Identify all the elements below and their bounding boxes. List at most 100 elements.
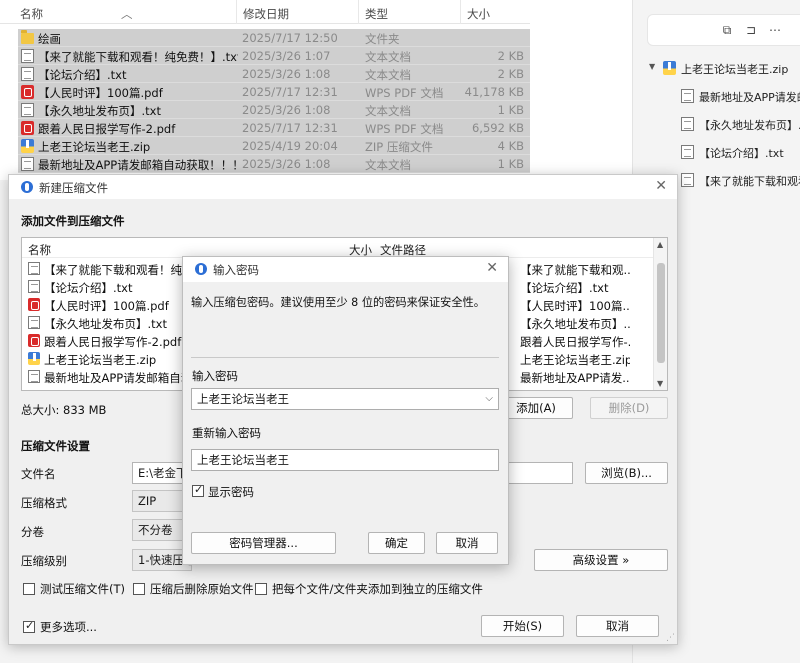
text-file-icon bbox=[681, 173, 694, 187]
file-size: 6,592 KB bbox=[471, 121, 524, 135]
file-row[interactable]: 【来了就能下载和观看！纯免费！】.txt 2025/3/26 1:07 文本文档 2 … bbox=[18, 47, 530, 65]
pdf-file-icon bbox=[21, 85, 34, 99]
list-item-path: 上老王论坛当老王.zip bbox=[520, 353, 630, 367]
file-row[interactable]: 绘画 2025/7/17 12:50 文件夹 bbox=[18, 29, 530, 47]
more-icon[interactable]: ⋯ bbox=[768, 23, 782, 37]
file-name: 跟着人民日报学写作-2.pdf bbox=[38, 122, 176, 136]
start-button[interactable]: 开始(S) bbox=[481, 615, 564, 637]
expand-arrow-icon[interactable]: ▼ bbox=[649, 62, 655, 71]
advanced-settings-button[interactable]: 高级设置 » bbox=[534, 549, 668, 571]
file-date: 2025/7/17 12:31 bbox=[242, 85, 338, 99]
file-type: ZIP 压缩文件 bbox=[365, 140, 433, 154]
file-date: 2025/7/17 12:31 bbox=[242, 121, 338, 135]
scroll-up-icon[interactable]: ▲ bbox=[657, 240, 663, 249]
tree-item-label: 最新地址及APP请发邮 bbox=[699, 91, 800, 104]
column-size[interactable]: 大小 bbox=[467, 6, 490, 22]
file-row[interactable]: 上老王论坛当老王.zip 2025/4/19 20:04 ZIP 压缩文件 4 KB bbox=[18, 137, 530, 155]
file-list-header: 名称 ︿ 修改日期 类型 大小 bbox=[0, 0, 530, 24]
tree-item[interactable]: 【论坛介绍】.txt bbox=[649, 142, 800, 170]
file-name: 【人民时评】100篇.pdf bbox=[38, 86, 163, 100]
folder-open-icon[interactable]: ⊐ bbox=[744, 23, 758, 37]
tree-item-label: 【永久地址发布页】.txt bbox=[699, 119, 800, 132]
list-item-path: 跟着人民日报学写作-... bbox=[520, 335, 630, 349]
separate-archives-label[interactable]: 把每个文件/文件夹添加到独立的压缩文件 bbox=[272, 581, 483, 597]
more-options-label[interactable]: 更多选项... bbox=[40, 619, 97, 635]
list-item-path: 【来了就能下载和观... bbox=[520, 263, 630, 277]
cancel-button[interactable]: 取消 bbox=[576, 615, 659, 637]
tree-item[interactable]: 【永久地址发布页】.txt bbox=[649, 114, 800, 142]
text-file-icon bbox=[28, 316, 40, 329]
split-label: 分卷 bbox=[21, 525, 44, 539]
close-icon[interactable]: ✕ bbox=[655, 178, 667, 194]
file-row[interactable]: 跟着人民日报学写作-2.pdf 2025/7/17 12:31 WPS PDF 文档… bbox=[18, 119, 530, 137]
password-input[interactable]: 上老王论坛当老王 ⌵ bbox=[191, 388, 499, 410]
text-file-icon bbox=[681, 117, 694, 131]
pdf-file-icon bbox=[21, 121, 34, 135]
file-size: 2 KB bbox=[497, 49, 524, 63]
password-dialog-title: 输入密码 bbox=[213, 263, 259, 277]
separate-archives-checkbox[interactable] bbox=[255, 583, 267, 595]
file-row[interactable]: 【永久地址发布页】.txt 2025/3/26 1:08 文本文档 1 KB bbox=[18, 101, 530, 119]
add-button[interactable]: 添加(A) bbox=[499, 397, 573, 419]
browse-button[interactable]: 浏览(B)... bbox=[585, 462, 668, 484]
show-password-label[interactable]: 显示密码 bbox=[208, 484, 254, 500]
file-size: 41,178 KB bbox=[464, 85, 524, 99]
file-name: 【论坛介绍】.txt bbox=[38, 68, 127, 82]
test-archive-checkbox[interactable] bbox=[23, 583, 35, 595]
file-date: 2025/3/26 1:07 bbox=[242, 49, 331, 63]
file-type: 文件夹 bbox=[365, 32, 400, 46]
pdf-file-icon bbox=[28, 298, 40, 311]
file-date: 2025/3/26 1:08 bbox=[242, 103, 331, 117]
copy-icon[interactable]: ⧉ bbox=[720, 23, 734, 37]
resize-grip-icon[interactable]: ⋰ bbox=[666, 633, 675, 643]
test-archive-label[interactable]: 测试压缩文件(T) bbox=[40, 581, 125, 597]
column-date[interactable]: 修改日期 bbox=[243, 6, 289, 22]
ok-button[interactable]: 确定 bbox=[368, 532, 425, 554]
tree-item-label: 【论坛介绍】.txt bbox=[699, 147, 784, 160]
password-description: 输入压缩包密码。建议使用至少 8 位的密码来保证安全性。 bbox=[191, 296, 485, 309]
file-size: 1 KB bbox=[497, 103, 524, 117]
text-file-icon bbox=[28, 370, 40, 383]
confirm-password-input[interactable]: 上老王论坛当老王 bbox=[191, 449, 499, 471]
text-file-icon bbox=[21, 157, 34, 171]
file-size: 4 KB bbox=[497, 139, 524, 153]
more-options-checkbox[interactable] bbox=[23, 619, 35, 633]
scroll-down-icon[interactable]: ▼ bbox=[657, 379, 663, 388]
text-file-icon bbox=[21, 103, 34, 117]
file-row[interactable]: 【人民时评】100篇.pdf 2025/7/17 12:31 WPS PDF 文档 4… bbox=[18, 83, 530, 101]
sort-ascending-icon: ︿ bbox=[121, 7, 133, 21]
chevron-down-icon[interactable]: ⌵ bbox=[485, 389, 493, 409]
list-scrollbar[interactable]: ▲ ▼ bbox=[653, 238, 667, 390]
column-name[interactable]: 名称 bbox=[20, 6, 43, 22]
tree-root-label: 上老王论坛当老王.zip bbox=[681, 63, 789, 76]
tree-root[interactable]: ▼ 上老王论坛当老王.zip bbox=[649, 58, 800, 86]
close-icon[interactable]: ✕ bbox=[486, 260, 498, 276]
file-list: 绘画 2025/7/17 12:50 文件夹 【来了就能下载和观看！纯免费！】.txt… bbox=[18, 29, 530, 173]
file-name: 绘画 bbox=[38, 32, 61, 46]
column-type[interactable]: 类型 bbox=[365, 6, 388, 22]
list-item-path: 【论坛介绍】.txt bbox=[520, 281, 609, 295]
password-dialog-titlebar: 输入密码 ✕ bbox=[183, 257, 508, 282]
tree-item[interactable]: 最新地址及APP请发邮 bbox=[649, 86, 800, 114]
zip-file-icon bbox=[663, 61, 676, 75]
divider bbox=[191, 357, 499, 358]
format-label: 压缩格式 bbox=[21, 496, 67, 510]
scroll-thumb[interactable] bbox=[657, 263, 665, 363]
password-value: 上老王论坛当老王 bbox=[197, 392, 289, 406]
folder-icon bbox=[21, 30, 34, 44]
file-name: 上老王论坛当老王.zip bbox=[38, 140, 151, 154]
show-password-checkbox[interactable] bbox=[192, 483, 204, 497]
delete-after-checkbox[interactable] bbox=[133, 583, 145, 595]
column-name[interactable]: 名称 bbox=[28, 242, 51, 258]
delete-after-label[interactable]: 压缩后删除原始文件 bbox=[150, 581, 254, 597]
tree-item-label: 【来了就能下载和观看 bbox=[699, 175, 800, 188]
settings-heading: 压缩文件设置 bbox=[21, 439, 90, 453]
cancel-button[interactable]: 取消 bbox=[436, 532, 498, 554]
file-size: 2 KB bbox=[497, 67, 524, 81]
file-row[interactable]: 最新地址及APP请发邮箱自动获取！！！.... 2025/3/26 1:08 文本文… bbox=[18, 155, 530, 173]
text-file-icon bbox=[21, 49, 34, 63]
password-manager-button[interactable]: 密码管理器... bbox=[191, 532, 336, 554]
delete-button[interactable]: 删除(D) bbox=[590, 397, 668, 419]
total-size: 总大小: 833 MB bbox=[21, 403, 107, 417]
file-row[interactable]: 【论坛介绍】.txt 2025/3/26 1:08 文本文档 2 KB bbox=[18, 65, 530, 83]
